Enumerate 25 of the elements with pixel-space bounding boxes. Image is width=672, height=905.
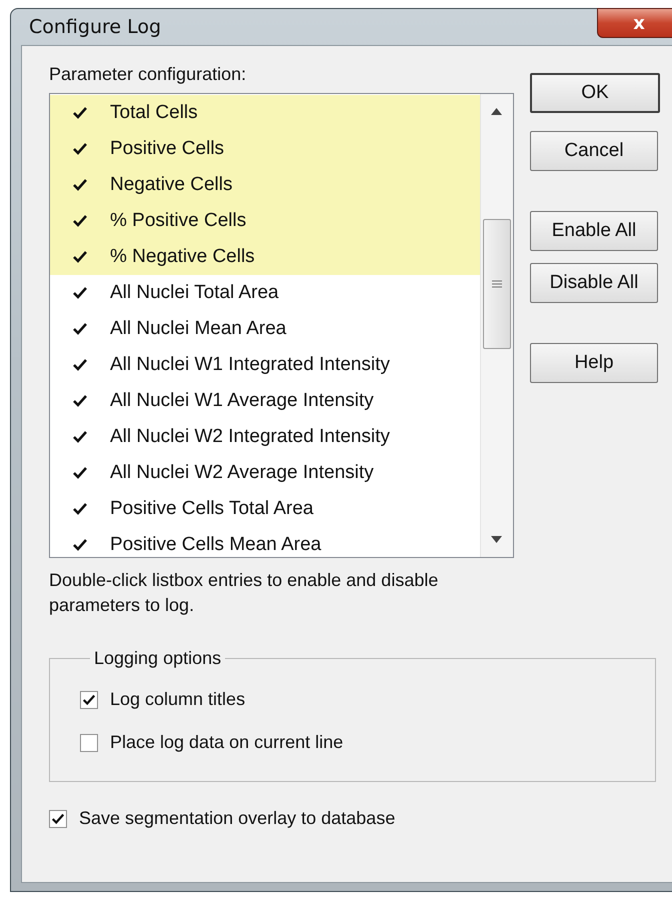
- parameter-item[interactable]: % Negative Cells: [50, 239, 480, 275]
- option-checkbox[interactable]: Log column titles: [80, 689, 655, 710]
- dialog-button[interactable]: Enable All: [530, 211, 658, 251]
- checkbox[interactable]: [80, 690, 98, 708]
- hint-text: Double-click listbox entries to enable and disable parameters to log.: [49, 569, 440, 617]
- dialog-button[interactable]: Cancel: [530, 131, 658, 171]
- checkbox[interactable]: [80, 734, 98, 752]
- parameter-item[interactable]: Total Cells: [50, 95, 480, 131]
- dialog-button[interactable]: Help: [530, 343, 658, 383]
- close-button[interactable]: x: [597, 8, 672, 38]
- checkbox[interactable]: [49, 810, 67, 828]
- list-label: Parameter configuration:: [49, 64, 248, 85]
- parameter-item[interactable]: % Positive Cells: [50, 203, 480, 239]
- dialog-button[interactable]: Disable All: [530, 263, 658, 303]
- scrollbar[interactable]: [480, 94, 513, 557]
- scroll-thumb[interactable]: [483, 219, 511, 349]
- scroll-down-icon[interactable]: [491, 536, 502, 543]
- parameter-item[interactable]: Negative Cells: [50, 167, 480, 203]
- group-title: Logging options: [93, 648, 222, 669]
- window-title: Configure Log: [28, 16, 162, 38]
- dialog-button[interactable]: OK: [530, 73, 660, 113]
- scroll-up-icon[interactable]: [491, 108, 502, 115]
- parameter-item[interactable]: Positive Cells: [50, 131, 480, 167]
- option-checkbox[interactable]: Save segmentation overlay to database: [49, 808, 672, 829]
- option-checkbox[interactable]: Place log data on current line: [80, 732, 655, 753]
